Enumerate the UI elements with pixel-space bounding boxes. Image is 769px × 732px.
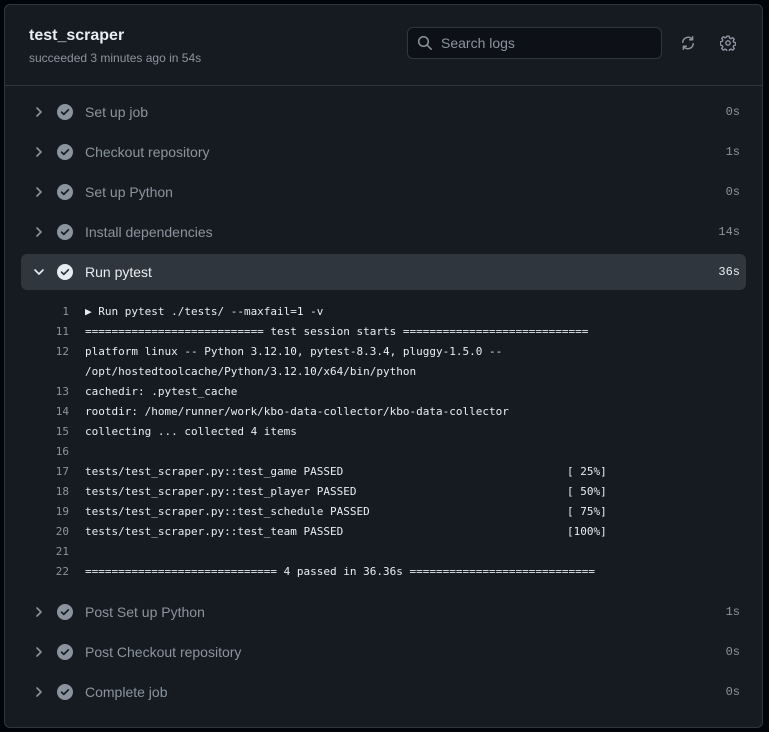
step-name: Run pytest xyxy=(85,264,152,280)
step-name: Checkout repository xyxy=(85,144,210,160)
job-header: test_scraper succeeded 3 minutes ago in … xyxy=(5,5,762,86)
chevron-right-icon xyxy=(31,224,47,240)
log-line-progress: [ 75%] xyxy=(567,505,607,518)
log-line: 19 tests/test_scraper.py::test_schedule P… xyxy=(5,502,762,522)
log-line-text: cachedir: .pytest_cache xyxy=(85,385,238,398)
job-log-panel: test_scraper succeeded 3 minutes ago in … xyxy=(4,4,763,728)
search-logs-box[interactable] xyxy=(407,27,662,59)
log-line-number[interactable]: 20 xyxy=(39,522,69,542)
log-line: 11 =========================== test sessi… xyxy=(5,322,762,342)
log-line-number[interactable]: 1 xyxy=(39,302,69,322)
check-circle-fill-icon xyxy=(57,184,73,200)
step-complete-job[interactable]: Complete job 0s xyxy=(5,672,762,712)
log-line-number[interactable]: 21 xyxy=(39,542,69,562)
check-circle-fill-icon xyxy=(57,224,73,240)
log-line-text: tests/test_scraper.py::test_game PASSED xyxy=(85,465,344,478)
step-duration: 36s xyxy=(718,265,740,279)
step-name: Complete job xyxy=(85,684,168,700)
log-line-text: ============================= 4 passed i… xyxy=(85,565,595,578)
gear-icon xyxy=(720,35,736,51)
log-line-number[interactable]: 11 xyxy=(39,322,69,342)
log-line: 17 tests/test_scraper.py::test_game PASSE… xyxy=(5,462,762,482)
refresh-button[interactable] xyxy=(677,32,699,54)
settings-button[interactable] xyxy=(717,32,739,54)
step-name: Install dependencies xyxy=(85,224,213,240)
log-line: 15 collecting ... collected 4 items xyxy=(5,422,762,442)
log-line-text: platform linux -- Python 3.12.10, pytest… xyxy=(85,345,503,358)
step-name: Set up job xyxy=(85,104,149,120)
log-line: 21 xyxy=(5,542,762,562)
step-run-pytest[interactable]: Run pytest 36s xyxy=(21,254,746,290)
check-circle-fill-icon xyxy=(57,644,73,660)
log-line-text: =========================== test session… xyxy=(85,325,589,338)
log-line: 20 tests/test_scraper.py::test_team PASSE… xyxy=(5,522,762,542)
log-line: 22 ============================= 4 passed… xyxy=(5,562,762,582)
log-line-number[interactable]: 15 xyxy=(39,422,69,442)
log-line: /opt/hostedtoolcache/Python/3.12.10/x64/… xyxy=(5,362,762,382)
step-duration: 0s xyxy=(725,685,740,699)
check-circle-fill-icon xyxy=(57,144,73,160)
check-circle-fill-icon xyxy=(57,264,73,280)
step-log-output: 1 ▶ Run pytest ./tests/ --maxfail=1 -v 11 =… xyxy=(5,292,762,592)
job-status: succeeded 3 minutes ago in 54s xyxy=(29,51,202,65)
log-line: 18 tests/test_scraper.py::test_player PAS… xyxy=(5,482,762,502)
step-name: Post Set up Python xyxy=(85,604,205,620)
job-title: test_scraper xyxy=(29,27,125,44)
log-line: 13 cachedir: .pytest_cache xyxy=(5,382,762,402)
chevron-down-icon xyxy=(31,264,47,280)
log-line-number[interactable]: 22 xyxy=(39,562,69,582)
log-line-text: collecting ... collected 4 items xyxy=(85,425,297,438)
log-line-progress: [ 50%] xyxy=(567,485,607,498)
step-name: Post Checkout repository xyxy=(85,644,242,660)
step-duration: 0s xyxy=(725,105,740,119)
search-icon xyxy=(417,35,433,51)
check-circle-fill-icon xyxy=(57,684,73,700)
log-line-progress: [ 25%] xyxy=(567,465,607,478)
step-duration: 1s xyxy=(725,145,740,159)
log-line-number[interactable]: 17 xyxy=(39,462,69,482)
chevron-right-icon xyxy=(31,104,47,120)
steps-list: Set up job 0s Checkout repository 1s Set up … xyxy=(5,86,762,712)
search-logs-input[interactable] xyxy=(441,35,661,51)
log-line-number[interactable]: 16 xyxy=(39,442,69,462)
step-name: Set up Python xyxy=(85,184,173,200)
log-line-number[interactable]: 19 xyxy=(39,502,69,522)
log-line-number[interactable]: 12 xyxy=(39,342,69,362)
log-line: 1 ▶ Run pytest ./tests/ --maxfail=1 -v xyxy=(5,302,762,322)
log-line-text: rootdir: /home/runner/work/kbo-data-coll… xyxy=(85,405,509,418)
log-line-text: tests/test_scraper.py::test_schedule PAS… xyxy=(85,505,370,518)
log-line-text: ▶ Run pytest ./tests/ --maxfail=1 -v xyxy=(85,305,324,318)
chevron-right-icon xyxy=(31,144,47,160)
log-line-number[interactable]: 13 xyxy=(39,382,69,402)
log-line: 12 platform linux -- Python 3.12.10, pyte… xyxy=(5,342,762,362)
step-post-checkout-repository[interactable]: Post Checkout repository 0s xyxy=(5,632,762,672)
log-line: 14 rootdir: /home/runner/work/kbo-data-co… xyxy=(5,402,762,422)
chevron-right-icon xyxy=(31,184,47,200)
check-circle-fill-icon xyxy=(57,104,73,120)
log-line-text: tests/test_scraper.py::test_player PASSE… xyxy=(85,485,357,498)
step-post-set-up-python[interactable]: Post Set up Python 1s xyxy=(5,592,762,632)
sync-icon xyxy=(680,35,696,51)
chevron-right-icon xyxy=(31,644,47,660)
check-circle-fill-icon xyxy=(57,604,73,620)
step-duration: 0s xyxy=(725,645,740,659)
log-line-number[interactable]: 18 xyxy=(39,482,69,502)
step-set-up-python[interactable]: Set up Python 0s xyxy=(5,172,762,212)
step-install-dependencies[interactable]: Install dependencies 14s xyxy=(5,212,762,252)
step-checkout-repository[interactable]: Checkout repository 1s xyxy=(5,132,762,172)
log-line-text: tests/test_scraper.py::test_team PASSED xyxy=(85,525,344,538)
chevron-right-icon xyxy=(31,604,47,620)
log-line-number[interactable]: 14 xyxy=(39,402,69,422)
chevron-right-icon xyxy=(31,684,47,700)
log-line-text: /opt/hostedtoolcache/Python/3.12.10/x64/… xyxy=(85,365,417,378)
log-line-progress: [100%] xyxy=(567,525,607,538)
step-duration: 1s xyxy=(725,605,740,619)
step-duration: 14s xyxy=(718,225,740,239)
step-duration: 0s xyxy=(725,185,740,199)
log-line: 16 xyxy=(5,442,762,462)
step-set-up-job[interactable]: Set up job 0s xyxy=(5,92,762,132)
